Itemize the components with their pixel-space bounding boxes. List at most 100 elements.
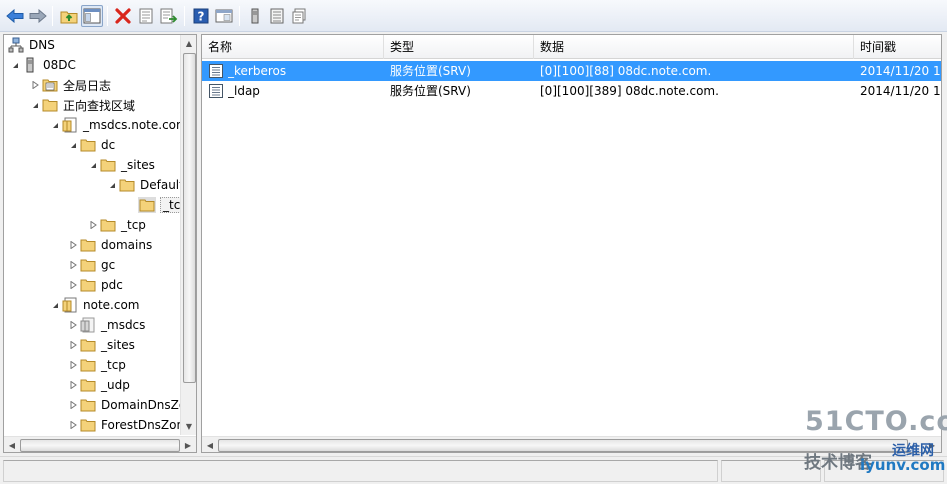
tree-item-note-sites[interactable]: _sites (67, 335, 135, 355)
collapse-arrow-icon[interactable] (49, 115, 61, 135)
tree-item-label: _tcp (101, 358, 126, 372)
tree-vertical-scroll-thumb[interactable] (183, 53, 196, 383)
tree-item-label: _tcp (121, 218, 146, 232)
delegated-zone-icon (79, 317, 97, 333)
expand-arrow-icon[interactable] (67, 375, 79, 395)
tree-item-forward-lookup-zones[interactable]: 正向查找区域 (29, 95, 135, 115)
tree-item-global-logs[interactable]: 全局日志 (29, 75, 111, 95)
forward-icon[interactable] (27, 5, 49, 27)
folder-icon (79, 277, 97, 293)
log-folder-icon (41, 77, 59, 93)
tree-item-forestdnszones[interactable]: ForestDnsZones (67, 415, 196, 435)
folder-icon (79, 357, 97, 373)
tree-item-label: 全局日志 (63, 78, 112, 93)
expand-arrow-icon[interactable] (67, 315, 79, 335)
collapse-arrow-icon[interactable] (67, 135, 79, 155)
tree-item-domaindnszones[interactable]: DomainDnsZones (67, 395, 196, 415)
list-header: 名称 类型 数据 时间戳 (202, 35, 941, 59)
table-row[interactable]: _kerberos 服务位置(SRV) [0][100][88] 08dc.no… (202, 61, 941, 81)
list-icon[interactable] (266, 5, 288, 27)
properties-icon[interactable] (135, 5, 157, 27)
records-icon[interactable] (288, 5, 310, 27)
tree-item-note-udp[interactable]: _udp (67, 375, 130, 395)
tree-item-label: gc (101, 258, 116, 272)
column-header-timestamp[interactable]: 时间戳 (854, 35, 941, 59)
cell-data: [0][100][88] 08dc.note.com. (540, 64, 712, 78)
scroll-left-arrow-icon[interactable]: ◀ (202, 437, 218, 452)
watermark-url: iyunv.com (860, 456, 946, 474)
srv-record-icon (208, 83, 224, 99)
console-tree-icon[interactable] (213, 5, 235, 27)
tree-item-note-tcp[interactable]: _tcp (67, 355, 126, 375)
delete-icon[interactable] (112, 5, 134, 27)
column-header-type[interactable]: 类型 (384, 35, 534, 59)
scroll-down-arrow-icon[interactable]: ▼ (181, 418, 196, 435)
toolbar: ? (0, 0, 947, 32)
cell-type: 服务位置(SRV) (390, 84, 471, 98)
expand-arrow-icon[interactable] (67, 335, 79, 355)
tree-item-pdc[interactable]: pdc (67, 275, 123, 295)
console-tree[interactable]: DNS 08DC 全局日志 正向查找区域 _msdcs.note.com dc … (3, 34, 197, 453)
expand-arrow-icon[interactable] (67, 395, 79, 415)
collapse-arrow-icon[interactable] (9, 55, 21, 75)
collapse-arrow-icon[interactable] (29, 95, 41, 115)
expand-arrow-icon[interactable] (87, 215, 99, 235)
tree-item-label: pdc (101, 278, 123, 292)
tree-item-label: _msdcs (101, 318, 146, 332)
scroll-up-arrow-icon[interactable]: ▲ (181, 35, 196, 52)
column-header-name[interactable]: 名称 (202, 35, 384, 59)
tree-item-dc[interactable]: dc (67, 135, 115, 155)
column-header-data[interactable]: 数据 (534, 35, 854, 59)
folder-icon (79, 397, 97, 413)
details-list[interactable]: 名称 类型 数据 时间戳 _kerberos 服务位置(SRV) [0][100… (201, 34, 942, 453)
tree-item-note-zone[interactable]: note.com (49, 295, 139, 315)
expand-arrow-icon[interactable] (67, 275, 79, 295)
tree-item-label: domains (101, 238, 153, 252)
cell-name: _kerberos (228, 64, 287, 78)
folder-icon (79, 257, 97, 273)
tree-vertical-scrollbar[interactable]: ▲ ▼ (180, 35, 196, 435)
folder-icon (79, 137, 97, 153)
folder-icon (79, 417, 97, 433)
expand-arrow-icon[interactable] (67, 355, 79, 375)
expand-arrow-icon[interactable] (67, 415, 79, 435)
scroll-right-arrow-icon[interactable]: ▶ (180, 437, 196, 452)
collapse-arrow-icon[interactable] (87, 155, 99, 175)
tree-item-label: _msdcs.note.com (83, 118, 188, 132)
srv-record-icon (208, 63, 224, 79)
cell-data: [0][100][389] 08dc.note.com. (540, 84, 719, 98)
expand-arrow-icon[interactable] (29, 75, 41, 95)
tree-item-gc[interactable]: gc (67, 255, 115, 275)
show-hide-tree-icon[interactable] (81, 5, 103, 27)
collapse-arrow-icon[interactable] (49, 295, 61, 315)
folder-icon (79, 337, 97, 353)
tree-item-label: _udp (101, 378, 130, 392)
tree-item-server[interactable]: 08DC (9, 55, 76, 75)
server-icon[interactable] (244, 5, 266, 27)
tree-item-domains[interactable]: domains (67, 235, 152, 255)
tree-item-dc-sites[interactable]: _sites (87, 155, 155, 175)
expand-arrow-icon[interactable] (67, 255, 79, 275)
up-folder-icon[interactable] (58, 5, 80, 27)
export-icon[interactable] (158, 5, 180, 27)
tree-item-dc-tcp[interactable]: _tcp (87, 215, 146, 235)
tree-item-msdcs-delegation[interactable]: _msdcs (67, 315, 145, 335)
expand-arrow-icon[interactable] (67, 235, 79, 255)
folder-icon (79, 237, 97, 253)
tree-item-msdcs-zone[interactable]: _msdcs.note.com (49, 115, 188, 135)
cell-timestamp: 2014/11/20 15 (860, 84, 942, 98)
scroll-left-arrow-icon[interactable]: ◀ (4, 437, 20, 452)
table-row[interactable]: _ldap 服务位置(SRV) [0][100][389] 08dc.note.… (202, 81, 942, 101)
watermark-51cto: 51CTO.com (805, 406, 947, 437)
back-icon[interactable] (4, 5, 26, 27)
tree-horizontal-scrollbar[interactable]: ◀ ▶ (4, 436, 196, 452)
folder-icon (99, 217, 117, 233)
tree-horizontal-scroll-thumb[interactable] (20, 439, 180, 452)
folder-icon (118, 177, 136, 193)
tree-item-label: dc (101, 138, 116, 152)
watermark: 51CTO.com 技术博客 运维网 iyunv.com (790, 404, 947, 482)
tree-item-dns[interactable]: DNS (7, 35, 55, 55)
cell-type: 服务位置(SRV) (390, 64, 471, 78)
collapse-arrow-icon[interactable] (106, 175, 118, 195)
help-icon[interactable]: ? (190, 5, 212, 27)
